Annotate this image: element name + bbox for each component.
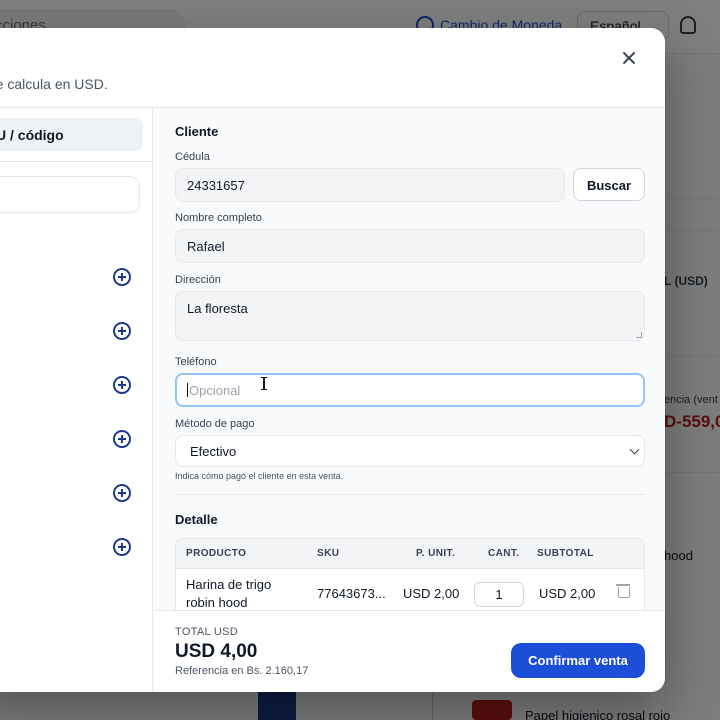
section-title-cliente: Cliente [175,124,219,139]
customer-form: Cliente Cédula 24331657 Buscar Nombre co… [154,108,665,610]
direccion-value: La floresta [187,301,248,316]
product-sku: 77643673... [317,586,386,601]
add-product-icon[interactable] [113,376,131,394]
product-name: robin hood [186,595,248,610]
cedula-label: Cédula [175,151,210,163]
bs-reference: Referencia en Bs. 2.160,17 [175,665,309,677]
cedula-input[interactable]: 24331657 [175,168,565,202]
metodo-pago-value: Efectivo [190,444,237,459]
direccion-label: Dirección [175,274,221,286]
tab-sku-codigo[interactable]: U / código [0,118,143,151]
divider [0,161,153,162]
modal-subtitle: tal se calcula en USD. [0,76,108,92]
column-header: CANT. [488,548,520,559]
nombre-input[interactable]: Rafael [175,229,645,263]
add-product-icon[interactable] [113,268,131,286]
add-product-icon[interactable] [113,538,131,556]
confirm-sale-button[interactable]: Confirmar venta [511,643,645,678]
nombre-label: Nombre completo [175,212,262,224]
add-product-icon[interactable] [113,430,131,448]
product-search-panel: U / código [0,108,153,692]
unit-price: USD 2,00 [403,586,460,601]
chevron-down-icon [629,444,640,455]
trash-icon[interactable] [616,584,630,598]
resize-handle-icon[interactable] [636,332,642,338]
add-product-icon[interactable] [113,484,131,502]
detail-table: PRODUCTO SKU P. UNIT. CANT. SUBTOTAL Har… [175,538,645,610]
total-value: USD 4,00 [175,641,258,662]
telefono-input[interactable]: Opcional [175,373,645,407]
text-caret [187,383,188,397]
telefono-label: Teléfono [175,356,217,368]
divider [175,494,645,495]
add-product-icon[interactable] [113,322,131,340]
section-title-detalle: Detalle [175,512,218,527]
column-header: P. UNIT. [416,548,456,559]
metodo-hint: Indica cómo pagó el cliente en esta vent… [175,471,344,481]
close-icon[interactable] [619,48,639,68]
telefono-placeholder: Opcional [189,383,241,398]
modal-footer: TOTAL USD USD 4,00 Referencia en Bs. 2.1… [154,610,665,692]
product-search-input[interactable] [0,176,140,213]
column-header: SKU [317,548,340,559]
new-sale-modal: tal se calcula en USD. U / código Client… [0,28,665,692]
product-name: Harina de trigo [186,577,272,592]
metodo-label: Método de pago [175,418,255,430]
total-label: TOTAL USD [175,626,239,638]
metodo-pago-select[interactable]: Efectivo [175,435,645,467]
column-header: SUBTOTAL [537,548,594,559]
quantity-input[interactable]: 1 [474,582,524,607]
row-subtotal: USD 2,00 [539,586,596,601]
text-cursor-icon [261,377,267,390]
table-header: PRODUCTO SKU P. UNIT. CANT. SUBTOTAL [176,539,644,569]
buscar-button[interactable]: Buscar [573,168,645,201]
direccion-textarea[interactable]: La floresta [175,291,645,341]
column-header: PRODUCTO [186,548,247,559]
